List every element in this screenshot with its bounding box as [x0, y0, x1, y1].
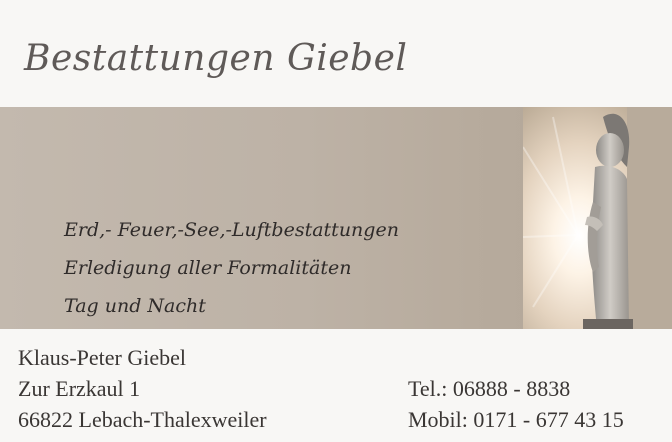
mobile-number: Mobil: 0171 - 677 43 15: [408, 407, 624, 432]
service-line-formalities: Erledigung aller Formalitäten: [64, 257, 352, 279]
address-block: Klaus-Peter Giebel Zur Erzkaul 1 66822 L…: [18, 342, 267, 435]
business-card: Bestattungen Giebel Erd,- Feuer,-See,-Lu…: [0, 0, 672, 442]
city-address: 66822 Lebach-Thalexweiler: [18, 407, 267, 432]
company-name: Bestattungen Giebel: [24, 38, 408, 79]
angel-statue-image: [523, 107, 672, 329]
service-line-burials: Erd,- Feuer,-See,-Luftbestattungen: [64, 219, 399, 241]
services-band: Erd,- Feuer,-See,-Luftbestattungen Erled…: [0, 107, 672, 329]
phone-block: Tel.: 06888 - 8838 Mobil: 0171 - 677 43 …: [408, 373, 624, 435]
services-list: Erd,- Feuer,-See,-Luftbestattungen Erled…: [64, 211, 399, 325]
contact-person: Klaus-Peter Giebel: [18, 345, 186, 370]
phone-number: Tel.: 06888 - 8838: [408, 376, 571, 401]
service-line-availability: Tag und Nacht: [64, 295, 206, 317]
street-address: Zur Erzkaul 1: [18, 376, 141, 401]
